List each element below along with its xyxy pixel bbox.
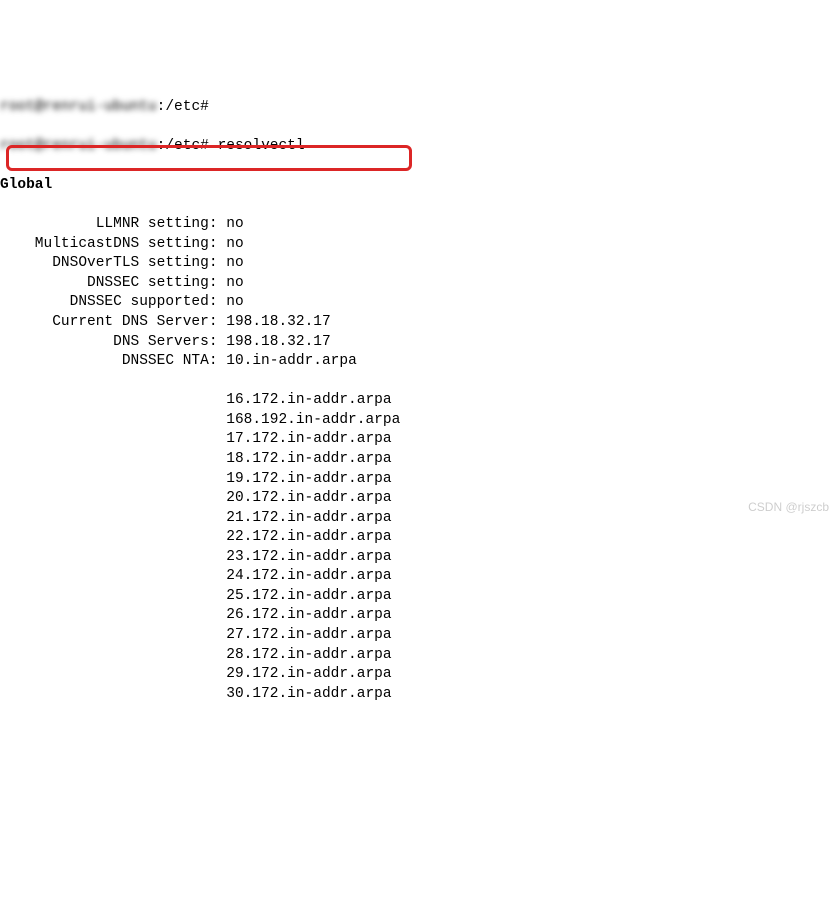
row-dns-servers: DNS Servers: 198.18.32.17: [0, 333, 839, 353]
row-value: 198.18.32.17: [226, 334, 330, 350]
settings-rows: LLMNR setting: no MulticastDNS setting: …: [0, 215, 839, 372]
row-value: no: [226, 294, 243, 310]
row-label: DNSSEC setting:: [0, 275, 226, 291]
nta-entry: 23.172.in-addr.arpa: [0, 548, 839, 568]
watermark: CSDN @rjszcb: [748, 499, 829, 515]
prompt-line-1: root@renrui-ubuntu:/etc#: [0, 98, 839, 118]
row-current-dns-server: Current DNS Server: 198.18.32.17: [0, 313, 839, 333]
nta-entry: 30.172.in-addr.arpa: [0, 685, 839, 705]
nta-entry: 16.172.in-addr.arpa: [0, 391, 839, 411]
row-value: no: [226, 236, 243, 252]
nta-entry: 25.172.in-addr.arpa: [0, 587, 839, 607]
row-dnssec-setting: DNSSEC setting: no: [0, 274, 839, 294]
blurred-user-host-2: root@renrui-ubuntu: [0, 138, 157, 154]
row-value: no: [226, 216, 243, 232]
row-label: LLMNR setting:: [0, 216, 226, 232]
prompt-line-2: root@renrui-ubuntu:/etc# resolvectl: [0, 137, 839, 157]
blurred-user-host-1: root@renrui-ubuntu: [0, 99, 157, 115]
row-label: DNSSEC NTA:: [0, 353, 226, 369]
nta-entry: 27.172.in-addr.arpa: [0, 626, 839, 646]
row-dnssec-nta: DNSSEC NTA: 10.in-addr.arpa: [0, 352, 839, 372]
nta-entry: 24.172.in-addr.arpa: [0, 567, 839, 587]
row-dnssec-supported: DNSSEC supported: no: [0, 293, 839, 313]
nta-entry: 18.172.in-addr.arpa: [0, 450, 839, 470]
row-label: DNSSEC supported:: [0, 294, 226, 310]
nta-entry: 28.172.in-addr.arpa: [0, 646, 839, 666]
terminal-output: root@renrui-ubuntu:/etc# root@renrui-ubu…: [0, 78, 839, 724]
row-value: no: [226, 255, 243, 271]
nta-entry: 22.172.in-addr.arpa: [0, 528, 839, 548]
nta-entry: 26.172.in-addr.arpa: [0, 606, 839, 626]
section-header: Global: [0, 176, 839, 196]
prompt-path-1: :/etc#: [157, 99, 209, 115]
row-value: 198.18.32.17: [226, 314, 330, 330]
nta-entry: 168.192.in-addr.arpa: [0, 411, 839, 431]
row-dnsovertls-setting: DNSOverTLS setting: no: [0, 254, 839, 274]
nta-entry: 17.172.in-addr.arpa: [0, 430, 839, 450]
row-llmnr-setting: LLMNR setting: no: [0, 215, 839, 235]
row-label: DNS Servers:: [0, 334, 226, 350]
row-multicastdns-setting: MulticastDNS setting: no: [0, 235, 839, 255]
row-value: no: [226, 275, 243, 291]
nta-entry: 19.172.in-addr.arpa: [0, 470, 839, 490]
row-value: 10.in-addr.arpa: [226, 353, 357, 369]
nta-entry: 29.172.in-addr.arpa: [0, 665, 839, 685]
nta-entry: 21.172.in-addr.arpa: [0, 509, 839, 529]
row-label: DNSOverTLS setting:: [0, 255, 226, 271]
command-text: resolvectl: [218, 138, 305, 154]
nta-continuation: 16.172.in-addr.arpa 168.192.in-addr.arpa…: [0, 391, 839, 704]
nta-entry: 20.172.in-addr.arpa: [0, 489, 839, 509]
row-label: Current DNS Server:: [0, 314, 226, 330]
row-label: MulticastDNS setting:: [0, 236, 226, 252]
prompt-path-2: :/etc#: [157, 138, 218, 154]
